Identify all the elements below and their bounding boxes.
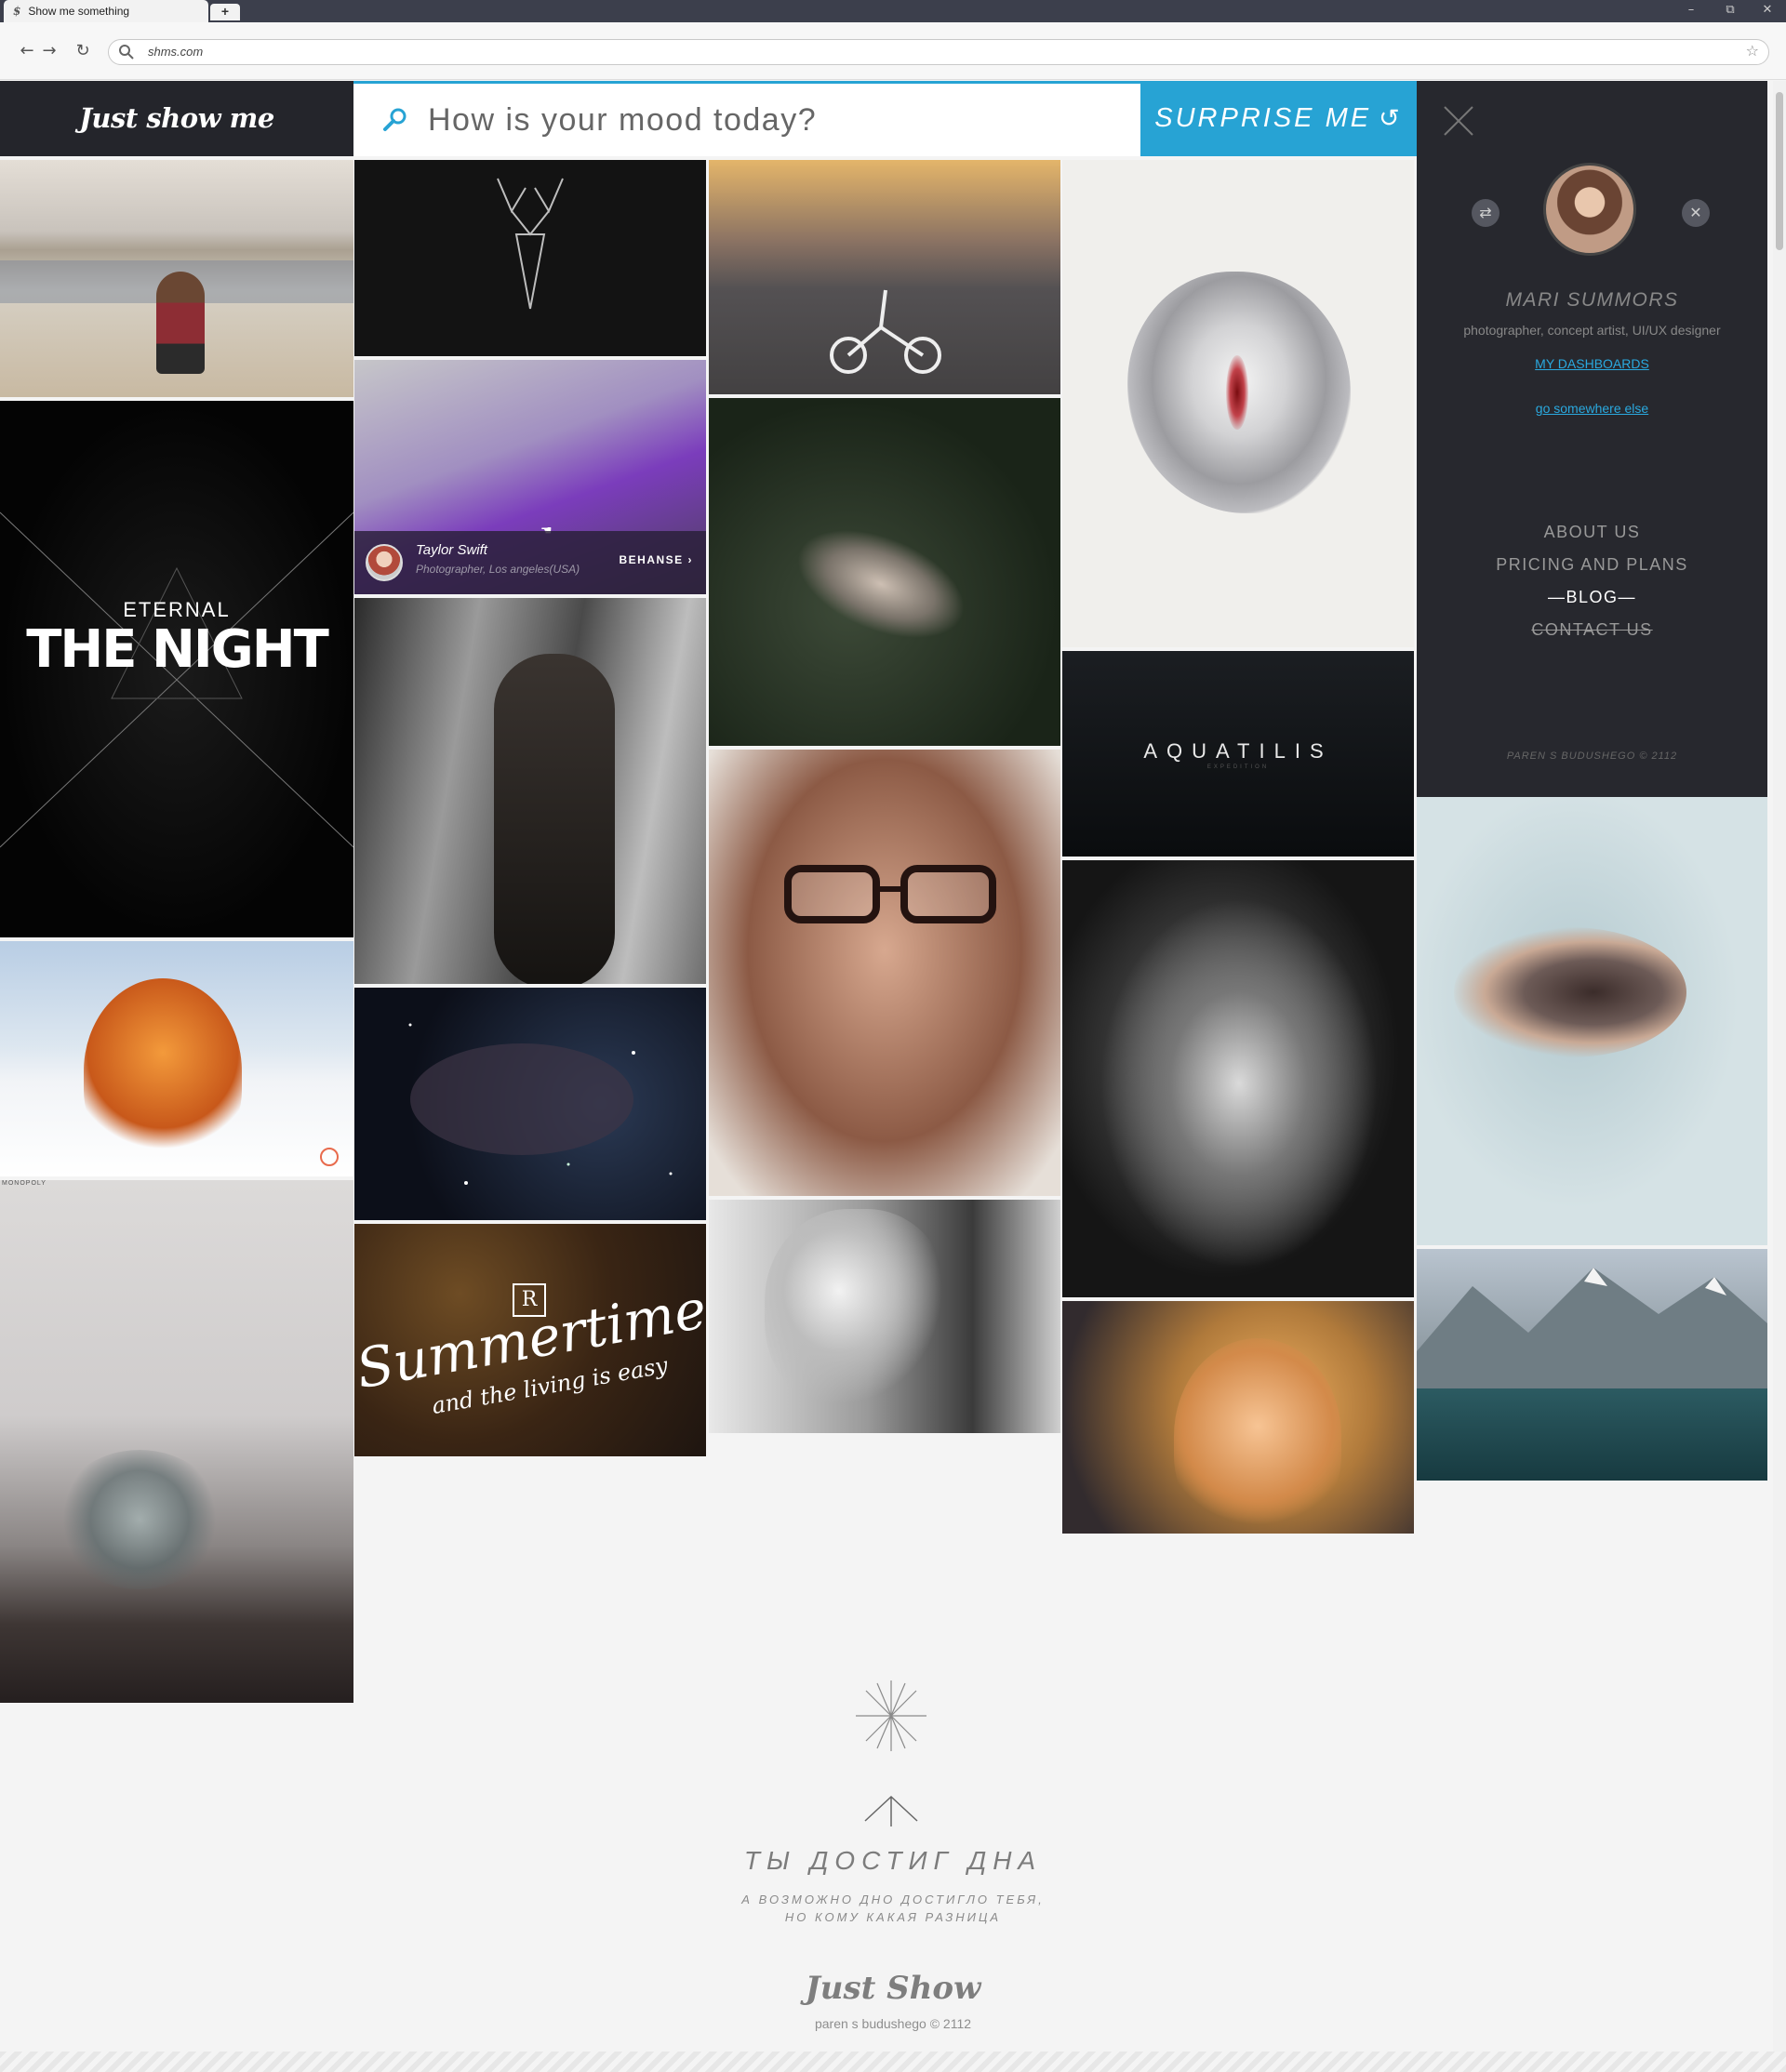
favicon: $ — [13, 5, 21, 18]
swap-icon[interactable]: ⇄ — [1472, 199, 1499, 227]
photo-tile-featured[interactable]: ☚ Taylor Swift Photographer, Los angeles… — [354, 360, 706, 594]
photo-tile-deer[interactable] — [354, 160, 706, 356]
behance-link[interactable]: BEHANSE › — [619, 553, 693, 566]
glasses-icon — [784, 865, 996, 923]
browser-tab-bar: $ Show me something + – ⧉ ✕ — [0, 0, 1786, 22]
surprise-me-label: SURPRISE ME — [1154, 103, 1372, 133]
photo-tile-beach[interactable] — [0, 160, 353, 397]
blonde-shape — [765, 1209, 951, 1414]
featured-name: Taylor Swift — [416, 542, 487, 558]
page-scrollbar[interactable] — [1773, 81, 1786, 2052]
aquatilis-subtitle: EXPEDITION — [1206, 764, 1270, 770]
new-tab-button[interactable]: + — [210, 4, 240, 20]
search-icon — [383, 108, 407, 131]
photo-tile-blonde[interactable] — [709, 1200, 1060, 1433]
smoke-shape — [56, 1450, 223, 1589]
photo-tile-stars-girl[interactable] — [354, 988, 706, 1220]
close-window-button[interactable]: ✕ — [1749, 0, 1786, 22]
my-dashboards-link[interactable]: MY DASHBOARDS — [1417, 356, 1767, 371]
refresh-icon: ↺ — [1379, 104, 1403, 133]
aquatilis-title: AQUATILIS — [1143, 739, 1333, 763]
stars-dots — [408, 1023, 673, 1185]
up-arrow-icon[interactable] — [863, 1793, 919, 1826]
photo-tile-kitten[interactable] — [1062, 1301, 1414, 1534]
minimize-button[interactable]: – — [1673, 0, 1710, 22]
splash-shape — [1100, 897, 1379, 1269]
end-title: ТЫ ДОСТИГ ДНА — [743, 1846, 1043, 1875]
floating-girl-shape — [781, 508, 980, 660]
photo-tile-bike[interactable] — [709, 160, 1060, 394]
panel-footer: PAREN S BUDUSHEGO © 2112 — [1506, 750, 1678, 762]
photo-tile-splash-portrait[interactable] — [1062, 860, 1414, 1297]
avatar — [1543, 163, 1636, 256]
close-icon[interactable] — [1443, 105, 1474, 137]
nav-contact-us[interactable]: CONTACT US — [1417, 620, 1767, 640]
back-button[interactable]: ← — [17, 41, 37, 61]
scrollbar-thumb[interactable] — [1776, 92, 1783, 250]
profile-panel: ⇄ ✕ MARI SUMMORS photographer, concept a… — [1417, 81, 1767, 797]
photo-tile-glasses-girl[interactable] — [709, 750, 1060, 1196]
avatar — [366, 544, 403, 581]
girl-figure — [156, 272, 205, 374]
braid-shape — [494, 654, 615, 984]
mood-search-input[interactable] — [428, 97, 1116, 143]
url-text: shms.com — [148, 45, 204, 59]
rose-core-shape — [1226, 355, 1248, 430]
nav-blog[interactable]: —BLOG— — [1417, 588, 1767, 607]
photo-tile-aquatilis[interactable]: AQUATILIS EXPEDITION — [1062, 651, 1414, 857]
featured-subtitle: Photographer, Los angeles(USA) — [416, 563, 580, 576]
profile-name: MARI SUMMORS — [1505, 289, 1679, 311]
browser-tab[interactable]: $ Show me something — [4, 0, 208, 22]
bike-icon — [830, 289, 941, 374]
featured-overlay: Taylor Swift Photographer, Los angeles(U… — [354, 531, 706, 594]
photo-tile-rose[interactable] — [1062, 160, 1414, 647]
swimmer-shape — [1454, 927, 1686, 1057]
go-somewhere-else-link[interactable]: go somewhere else — [1417, 401, 1767, 416]
footer-logo[interactable]: Just Show — [0, 1970, 1786, 2007]
photo-tile-fox[interactable] — [0, 941, 353, 1176]
kitten-shape — [1174, 1338, 1341, 1534]
nav-about-us[interactable]: ABOUT US — [1417, 523, 1767, 542]
mountain-shape — [1417, 1268, 1767, 1388]
remove-icon[interactable]: ✕ — [1682, 199, 1710, 227]
nav-pricing-and-plans[interactable]: PRICING AND PLANS — [1417, 555, 1767, 575]
address-bar[interactable]: shms.com ☆ — [108, 39, 1769, 65]
photo-tile-smoke[interactable]: MONOPOLY — [0, 1180, 353, 1703]
bookmark-star-icon[interactable]: ☆ — [1746, 42, 1759, 60]
end-subtitle-2: НО КОМУ КАКАЯ РАЗНИЦА — [784, 1910, 1002, 1924]
forward-button[interactable]: → — [39, 41, 60, 61]
night-title: THE NIGHT — [26, 619, 329, 680]
photo-tile-eternal-night[interactable]: ETERNAL THE NIGHT — [0, 401, 353, 937]
photo-tile-braid[interactable] — [354, 598, 706, 984]
reload-button[interactable]: ↻ — [73, 41, 93, 61]
monopoly-label: MONOPOLY — [2, 1180, 47, 1187]
footer-stripes — [0, 2052, 1786, 2072]
badge-icon — [320, 1148, 339, 1166]
surprise-me-button[interactable]: SURPRISE ME ↺ — [1140, 81, 1417, 156]
photo-tile-floating-girl[interactable] — [709, 398, 1060, 746]
deer-icon — [497, 178, 564, 310]
photo-tile-summertime[interactable]: R Summertime and the living is easy — [354, 1224, 706, 1456]
tab-title: Show me something — [28, 5, 130, 18]
burst-icon — [856, 1680, 926, 1751]
end-subtitle-1: А ВОЗМОЖНО ДНО ДОСТИГЛО ТЕБЯ, — [741, 1893, 1045, 1906]
photo-tile-mountain-lake[interactable] — [1417, 1249, 1767, 1481]
search-bar — [353, 81, 1140, 156]
profile-role: photographer, concept artist, UI/UX desi… — [1463, 323, 1721, 338]
restore-button[interactable]: ⧉ — [1712, 0, 1749, 22]
photo-tile-swimmer[interactable] — [1417, 797, 1767, 1245]
search-icon — [119, 45, 134, 60]
fox-shape — [84, 978, 242, 1164]
site-logo[interactable]: Just show me something — [0, 81, 353, 209]
footer-copyright: paren s budushego © 2112 — [814, 2016, 972, 2031]
